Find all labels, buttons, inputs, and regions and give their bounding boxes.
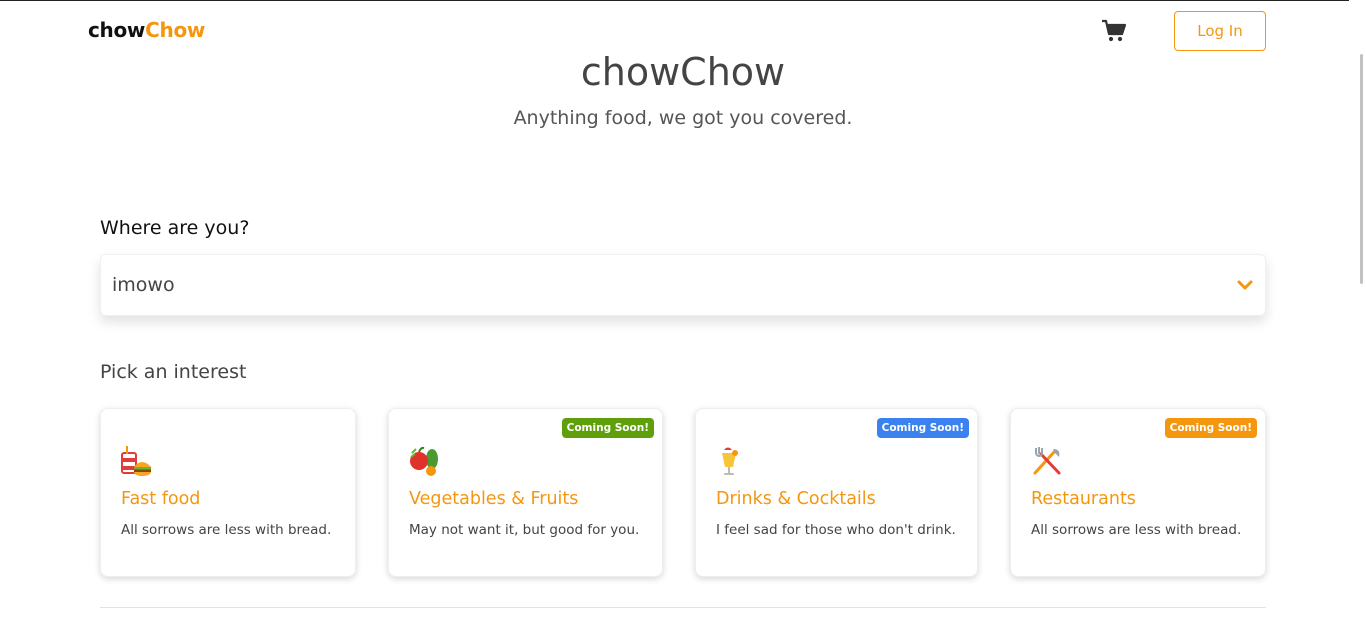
coming-soon-badge: Coming Soon! xyxy=(1164,418,1257,438)
location-select[interactable]: imowo xyxy=(100,254,1266,316)
fast-food-icon xyxy=(121,445,153,477)
card-description: All sorrows are less with bread. xyxy=(121,522,332,538)
section-divider xyxy=(100,607,1266,608)
interest-card-drinks-cocktails[interactable]: Coming Soon! Drinks & Cocktails I feel s… xyxy=(695,408,978,577)
scrollbar-thumb[interactable] xyxy=(1360,54,1363,284)
card-description: May not want it, but good for you. xyxy=(409,522,640,538)
interest-section-label: Pick an interest xyxy=(100,361,247,383)
card-title: Drinks & Cocktails xyxy=(716,489,876,509)
logo-text-chow-accent: Chow xyxy=(145,18,206,42)
utensils-icon xyxy=(1031,445,1063,477)
interest-card-restaurants[interactable]: Coming Soon! Restaurants All sorrows are… xyxy=(1010,408,1266,577)
card-title: Vegetables & Fruits xyxy=(409,489,579,509)
location-value: imowo xyxy=(112,274,175,296)
cart-icon[interactable] xyxy=(1101,19,1127,43)
chevron-down-icon xyxy=(1236,276,1254,294)
location-label: Where are you? xyxy=(100,217,250,239)
card-title: Fast food xyxy=(121,489,201,509)
coming-soon-badge: Coming Soon! xyxy=(561,418,654,438)
card-description: I feel sad for those who don't drink. xyxy=(716,522,956,538)
page-title: chowChow xyxy=(580,50,786,94)
card-description: All sorrows are less with bread. xyxy=(1031,522,1242,538)
vegetables-icon xyxy=(409,445,441,477)
logo-text-chow: chow xyxy=(88,18,146,42)
card-title: Restaurants xyxy=(1031,489,1136,509)
interest-card-vegetables-fruits[interactable]: Coming Soon! Vegetables & Fruits May not… xyxy=(388,408,663,577)
interest-card-fast-food[interactable]: Fast food All sorrows are less with brea… xyxy=(100,408,356,577)
login-button[interactable]: Log In xyxy=(1174,11,1266,51)
scrollbar[interactable] xyxy=(1349,0,1366,633)
top-border xyxy=(0,0,1366,1)
cocktail-icon xyxy=(716,445,748,477)
coming-soon-badge: Coming Soon! xyxy=(876,418,969,438)
logo[interactable]: chowChow xyxy=(88,18,205,42)
page-subtitle: Anything food, we got you covered. xyxy=(513,107,853,129)
